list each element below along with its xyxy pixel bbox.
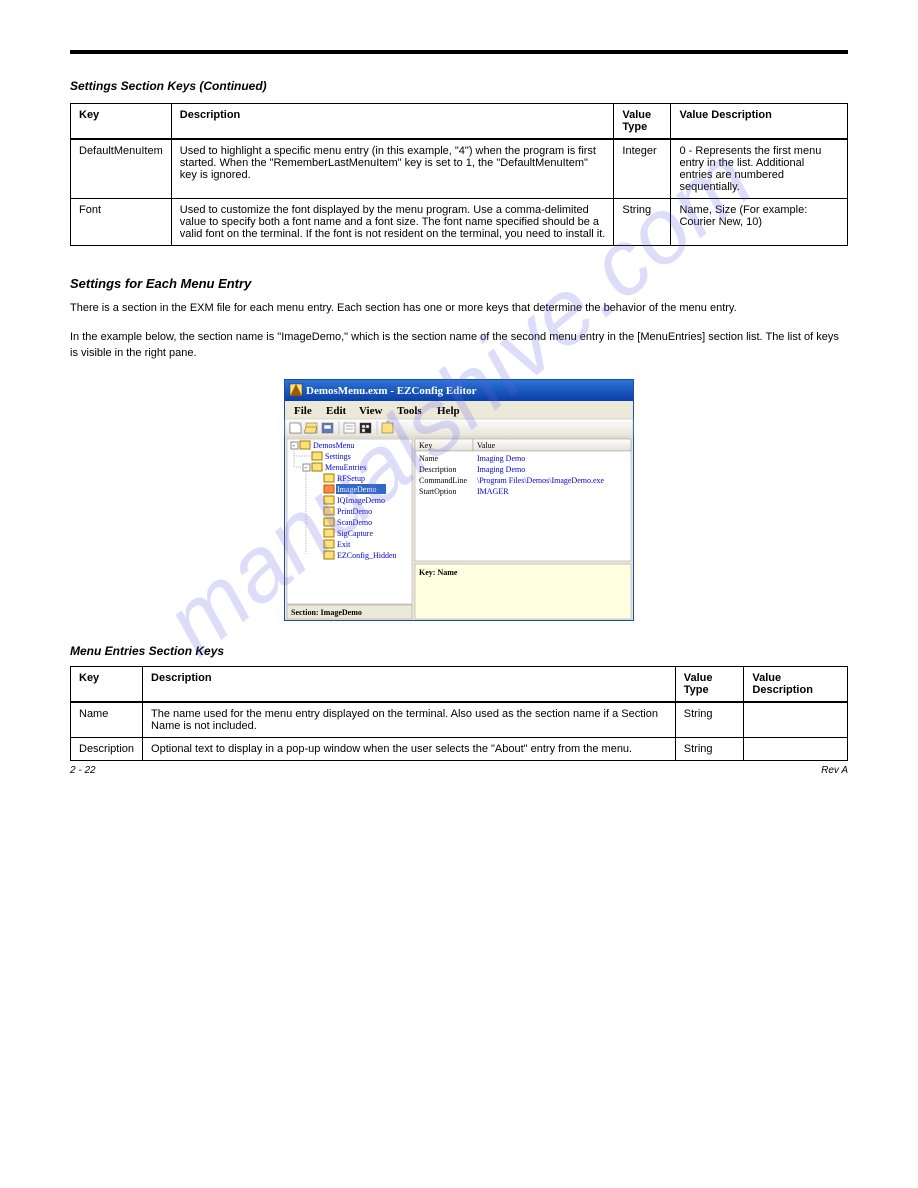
header-rule <box>70 50 848 54</box>
footer-right: Rev A <box>821 765 848 776</box>
kv-v0: Imaging Demo <box>477 454 525 463</box>
cell-vdesc <box>744 738 848 761</box>
tree-scandemo: ScanDemo <box>337 518 372 527</box>
col-vdesc: Value Description <box>744 667 848 703</box>
table-header-row: Key Description Value Type Value Descrip… <box>71 104 848 140</box>
cell-vdesc: 0 - Represents the first menu entry in t… <box>671 139 848 199</box>
kv-v2: \Program Files\Demos\ImageDemo.exe <box>477 476 605 485</box>
col-vdesc: Value Description <box>671 104 848 140</box>
svg-text:-: - <box>305 463 308 472</box>
col-desc: Description <box>143 667 676 703</box>
kv-k2: CommandLine <box>419 476 467 485</box>
menu-file: File <box>294 405 312 417</box>
table-row: Name The name used for the menu entry di… <box>71 702 848 738</box>
tree-menuentries: MenuEntries <box>325 463 366 472</box>
tree-exit: Exit <box>337 540 351 549</box>
tree-ezconfighidden: EZConfig_Hidden <box>337 551 397 560</box>
cell-key: Name <box>71 702 143 738</box>
cell-desc: Used to customize the font displayed by … <box>171 199 614 246</box>
cell-desc: Optional text to display in a pop-up win… <box>143 738 676 761</box>
cell-vtype: Integer <box>614 139 671 199</box>
page-content: Settings Section Keys (Continued) Key De… <box>70 50 848 761</box>
titlebar-text: DemosMenu.exm - EZConfig Editor <box>306 385 477 397</box>
keyname-label: Key: Name <box>419 568 458 577</box>
col-key: Key <box>71 667 143 703</box>
listhdr-key: Key <box>419 441 432 450</box>
kv-v1: Imaging Demo <box>477 465 525 474</box>
section-label: Section: ImageDemo <box>291 608 362 617</box>
kv-k3: StartOption <box>419 487 456 496</box>
menu-edit: Edit <box>326 405 347 417</box>
menu-view: View <box>359 405 382 417</box>
kv-v3: IMAGER <box>477 487 509 496</box>
tree-imagedemo: ImageDemo <box>337 485 377 494</box>
listhdr-value: Value <box>477 441 496 450</box>
svg-text:-: - <box>293 441 296 450</box>
col-key: Key <box>71 104 172 140</box>
section2-heading: Settings for Each Menu Entry <box>70 276 848 291</box>
cell-vdesc: Name, Size (For example: Courier New, 10… <box>671 199 848 246</box>
table-row: Description Optional text to display in … <box>71 738 848 761</box>
footer-left: 2 - 22 <box>70 765 96 776</box>
table2-caption: Menu Entries Section Keys <box>70 644 848 658</box>
cell-vdesc <box>744 702 848 738</box>
cell-desc: Used to highlight a specific menu entry … <box>171 139 614 199</box>
tree-printdemo: PrintDemo <box>337 507 372 516</box>
cell-vtype: String <box>614 199 671 246</box>
tree-settings: Settings <box>325 452 351 461</box>
cell-key: DefaultMenuItem <box>71 139 172 199</box>
section2-para2: In the example below, the section name i… <box>70 330 848 361</box>
settings-keys-table: Key Description Value Type Value Descrip… <box>70 103 848 246</box>
cell-vtype: String <box>675 738 744 761</box>
tree-sigcapture: SigCapture <box>337 529 373 538</box>
screenshot-figure: DemosMenu.exm - EZConfig Editor File Edi… <box>70 379 848 624</box>
menu-entries-keys-table: Key Description Value Type Value Descrip… <box>70 666 848 761</box>
cell-desc: The name used for the menu entry display… <box>143 702 676 738</box>
kv-k0: Name <box>419 454 439 463</box>
section2-para1: There is a section in the EXM file for e… <box>70 301 848 316</box>
menu-help: Help <box>437 405 460 417</box>
table-row: Font Used to customize the font displaye… <box>71 199 848 246</box>
cell-key: Font <box>71 199 172 246</box>
col-vtype: Value Type <box>675 667 744 703</box>
tree-iqimagedemo: IQImageDemo <box>337 496 385 505</box>
cell-key: Description <box>71 738 143 761</box>
tree-rfsetup: RFSetup <box>337 474 365 483</box>
table1-caption: Settings Section Keys (Continued) <box>70 79 848 93</box>
menu-tools: Tools <box>397 405 422 417</box>
ezconfig-screenshot: DemosMenu.exm - EZConfig Editor File Edi… <box>284 379 634 621</box>
table-header-row: Key Description Value Type Value Descrip… <box>71 667 848 703</box>
tree-root: DemosMenu <box>313 441 354 450</box>
page-footer: 2 - 22 Rev A <box>70 765 848 776</box>
col-vtype: Value Type <box>614 104 671 140</box>
cell-vtype: String <box>675 702 744 738</box>
kv-k1: Description <box>419 465 456 474</box>
col-desc: Description <box>171 104 614 140</box>
table-row: DefaultMenuItem Used to highlight a spec… <box>71 139 848 199</box>
